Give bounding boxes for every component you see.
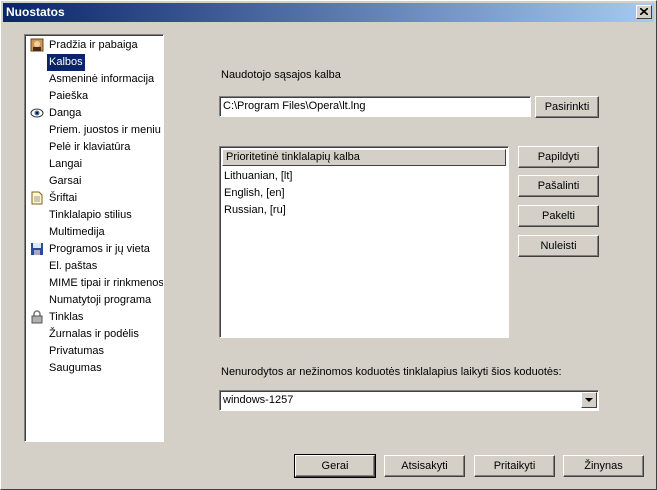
preferred-languages-list[interactable]: Prioritetinė tinklalapių kalba Lithuania… xyxy=(219,146,509,338)
cancel-button[interactable]: Atsisakyti xyxy=(384,455,465,477)
add-language-button[interactable]: Papildyti xyxy=(518,146,599,168)
close-icon xyxy=(640,8,648,15)
list-item[interactable]: Russian, [ru] xyxy=(224,202,286,219)
eye-icon xyxy=(30,106,44,120)
preferences-dialog: Nuostatos Pradžia ir pabaiga Kalbos Asmeni… xyxy=(0,0,657,490)
preferred-languages-header[interactable]: Prioritetinė tinklalapių kalba xyxy=(222,149,506,166)
move-down-button[interactable]: Nuleisti xyxy=(518,235,599,257)
tree-item[interactable]: Asmeninė informacija xyxy=(25,71,161,88)
tree-item-label: Paieška xyxy=(49,90,89,102)
language-file-path-field[interactable]: C:\Program Files\Opera\lt.lng xyxy=(219,96,531,117)
tree-item[interactable]: Tinklalapio stilius xyxy=(25,207,161,224)
tree-item-label: MIME tipai ir rinkmenos xyxy=(49,277,164,289)
tree-item-label: Programos ir jų vieta xyxy=(49,243,150,255)
fallback-encoding-label: Nenurodytos ar nežinomos koduotės tinkla… xyxy=(221,366,562,378)
tree-item[interactable]: Paieška xyxy=(25,88,161,105)
floppy-disk-icon xyxy=(30,242,44,256)
tree-item[interactable]: Tinklas xyxy=(25,309,161,326)
tree-item[interactable]: Žurnalas ir podėlis xyxy=(25,326,161,343)
category-tree[interactable]: Pradžia ir pabaiga Kalbos Asmeninė informa… xyxy=(24,34,164,442)
tree-item-label: Multimedija xyxy=(49,226,105,238)
tree-item-label: Langai xyxy=(49,158,83,170)
list-item[interactable]: English, [en] xyxy=(224,185,285,202)
tree-item-label: Pradžia ir pabaiga xyxy=(49,39,138,51)
tree-item-label: Numatytoji programa xyxy=(49,294,152,306)
tree-item-label: Pelė ir klaviatūra xyxy=(49,141,131,153)
tree-item[interactable]: Šriftai xyxy=(25,190,161,207)
title-bar[interactable]: Nuostatos xyxy=(3,3,654,22)
encoding-select[interactable]: windows-1257 xyxy=(219,390,599,411)
tree-item[interactable]: Pradžia ir pabaiga xyxy=(25,37,161,54)
tree-item[interactable]: Numatytoji programa xyxy=(25,292,161,309)
tree-item[interactable]: Programos ir jų vieta xyxy=(25,241,161,258)
ok-button[interactable]: Gerai xyxy=(294,454,376,478)
apply-button[interactable]: Pritaikyti xyxy=(474,455,555,477)
tree-item-label: El. paštas xyxy=(49,260,98,272)
tree-item[interactable]: Danga xyxy=(25,105,161,122)
tree-item-label: Asmeninė informacija xyxy=(49,73,155,85)
tree-item-label: Šriftai xyxy=(49,192,78,204)
help-button[interactable]: Žinynas xyxy=(563,455,644,477)
tree-item-label: Danga xyxy=(49,107,82,119)
dropdown-button[interactable] xyxy=(581,392,597,408)
choose-language-file-button[interactable]: Pasirinkti xyxy=(535,96,599,118)
close-button[interactable] xyxy=(636,5,652,19)
tree-item-label: Saugumas xyxy=(49,362,102,374)
tree-item-label: Tinklas xyxy=(49,311,84,323)
padlock-icon xyxy=(30,310,44,324)
encoding-select-value: windows-1257 xyxy=(223,394,294,406)
tree-item[interactable]: El. paštas xyxy=(25,258,161,275)
tree-item[interactable]: Multimedija xyxy=(25,224,161,241)
tree-item[interactable]: Kalbos xyxy=(25,54,161,71)
ui-language-label: Naudotojo sąsajos kalba xyxy=(221,69,341,81)
tree-item-label: Tinklalapio stilius xyxy=(49,209,132,221)
tree-item[interactable]: Privatumas xyxy=(25,343,161,360)
document-icon xyxy=(30,191,44,205)
tree-item-label: Garsai xyxy=(49,175,82,187)
remove-language-button[interactable]: Pašalinti xyxy=(518,175,599,197)
tree-item[interactable]: Saugumas xyxy=(25,360,161,377)
tree-item-label: Žurnalas ir podėlis xyxy=(49,328,139,340)
tree-item[interactable]: Langai xyxy=(25,156,161,173)
tree-item[interactable]: Pelė ir klaviatūra xyxy=(25,139,161,156)
tree-item-label: Privatumas xyxy=(49,345,105,357)
tree-item[interactable]: Garsai xyxy=(25,173,161,190)
tree-item-label: Priem. juostos ir meniu xyxy=(49,124,161,136)
tree-item-label: Kalbos xyxy=(47,54,85,71)
move-up-button[interactable]: Pakelti xyxy=(518,205,599,227)
tree-item[interactable]: MIME tipai ir rinkmenos xyxy=(25,275,164,292)
user-portrait-icon xyxy=(30,38,44,52)
chevron-down-icon xyxy=(585,398,593,402)
window-title: Nuostatos xyxy=(6,5,65,19)
tree-item[interactable]: Priem. juostos ir meniu xyxy=(25,122,161,139)
list-item[interactable]: Lithuanian, [lt] xyxy=(224,168,293,185)
